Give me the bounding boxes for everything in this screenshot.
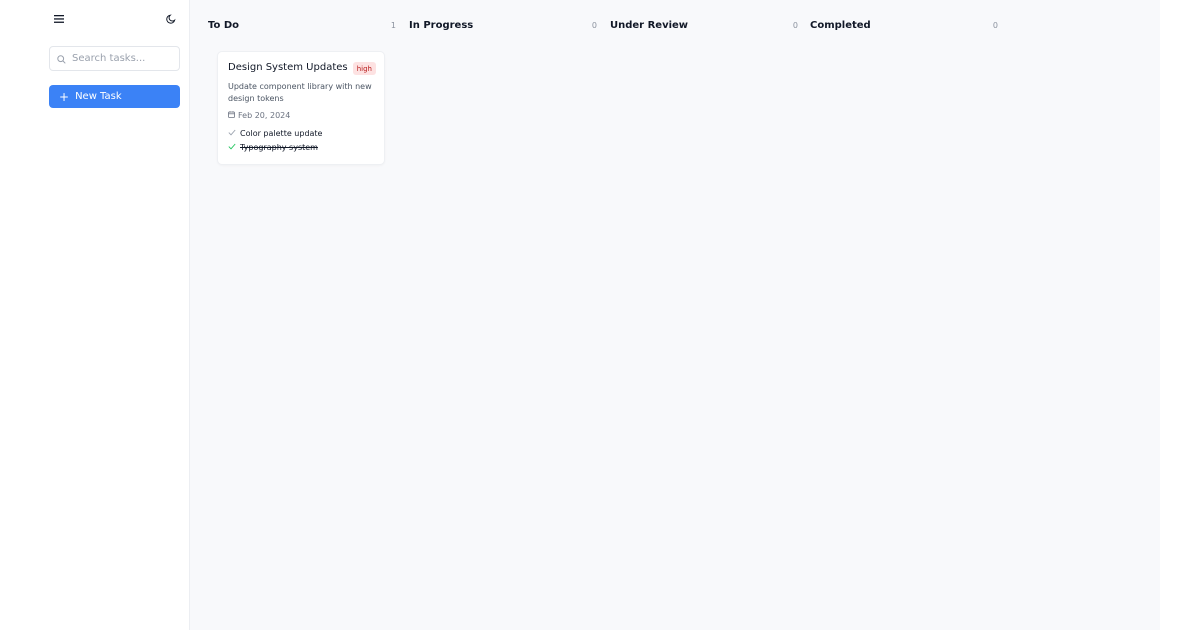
check-icon[interactable] xyxy=(228,143,236,152)
subtask-text: Color palette update xyxy=(240,129,323,138)
check-icon[interactable] xyxy=(228,129,236,138)
column-title: Under Review xyxy=(610,19,689,31)
plus-icon: + xyxy=(59,89,70,104)
column-header: Under Review 0 xyxy=(610,18,798,32)
column-header: To Do 1 xyxy=(208,18,396,32)
column-header: In Progress 0 xyxy=(409,18,597,32)
calendar-icon xyxy=(228,111,235,120)
search-input[interactable] xyxy=(72,53,172,64)
subtask-item-completed[interactable]: Typography system xyxy=(228,143,318,152)
column-count: 0 xyxy=(992,20,998,30)
task-date-text: Feb 20, 2024 xyxy=(238,111,291,120)
task-description: Update component library with new design… xyxy=(228,82,372,103)
column-count: 0 xyxy=(792,20,798,30)
column-in-progress: In Progress 0 xyxy=(409,0,599,630)
moon-icon[interactable] xyxy=(162,10,180,28)
subtask-text: Typography system xyxy=(240,143,318,152)
column-under-review: Under Review 0 xyxy=(610,0,800,630)
sidebar: + New Task xyxy=(0,0,190,630)
task-card[interactable]: Design System Updates high Update compon… xyxy=(217,51,385,165)
task-due-date: Feb 20, 2024 xyxy=(228,111,290,120)
column-to-do: To Do 1 Design System Updates high Updat… xyxy=(208,0,398,630)
subtask-item[interactable]: Color palette update xyxy=(228,129,322,138)
column-count: 0 xyxy=(591,20,597,30)
column-header: Completed 0 xyxy=(810,18,998,32)
task-title: Design System Updates xyxy=(228,62,348,73)
new-task-button[interactable]: + New Task xyxy=(49,85,180,108)
column-completed: Completed 0 xyxy=(810,0,1000,630)
column-title: Completed xyxy=(810,19,871,31)
column-title: In Progress xyxy=(409,19,474,31)
search-box[interactable] xyxy=(49,46,180,71)
new-task-label: New Task xyxy=(75,91,122,102)
app: + New Task To Do 1 Design System Updates… xyxy=(0,0,1160,630)
page-margin xyxy=(1160,0,1200,630)
column-count: 1 xyxy=(390,20,396,30)
priority-badge: high xyxy=(352,62,376,75)
search-icon xyxy=(57,49,66,68)
column-title: To Do xyxy=(208,19,240,31)
kanban-board: To Do 1 Design System Updates high Updat… xyxy=(190,0,1160,630)
hamburger-menu-icon[interactable] xyxy=(50,10,68,28)
